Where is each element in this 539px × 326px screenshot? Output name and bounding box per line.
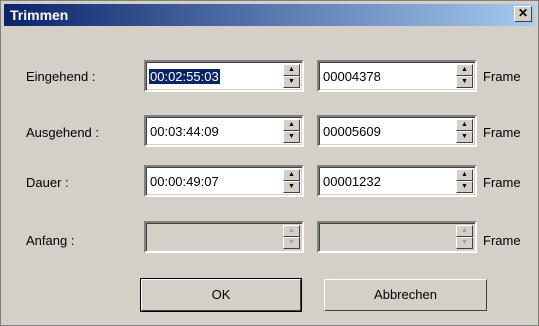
close-icon: ✕: [517, 6, 529, 20]
anfang-frames-field: ▲ ▼: [317, 221, 477, 253]
spin-up-icon[interactable]: ▲: [283, 64, 300, 76]
label-eingehend: Eingehend :: [26, 69, 96, 84]
dauer-frames-value: 00001232: [323, 174, 381, 189]
spin-up-icon: ▲: [283, 225, 300, 237]
ausgehend-timecode-value: 00:03:44:09: [150, 124, 219, 139]
ausgehend-unit-label: Frame: [483, 125, 521, 140]
dauer-timecode-value: 00:00:49:07: [150, 174, 219, 189]
dialog-title: Trimmen: [10, 7, 69, 23]
dauer-timecode-field[interactable]: 00:00:49:07 ▲ ▼: [144, 165, 304, 197]
spin-down-icon: ▼: [456, 237, 473, 249]
eingehend-timecode-value: 00:02:55:03: [149, 69, 220, 84]
eingehend-frames-value: 00004378: [323, 69, 381, 84]
ausgehend-frames-spinner[interactable]: ▲ ▼: [456, 119, 473, 143]
dauer-frames-spinner[interactable]: ▲ ▼: [456, 169, 473, 193]
spin-up-icon: ▲: [456, 225, 473, 237]
spin-up-icon[interactable]: ▲: [283, 119, 300, 131]
spin-down-icon[interactable]: ▼: [283, 76, 300, 88]
anfang-timecode-spinner: ▲ ▼: [283, 225, 300, 249]
spin-down-icon: ▼: [283, 237, 300, 249]
dauer-unit-label: Frame: [483, 175, 521, 190]
trim-dialog: Trimmen ✕ Eingehend : 00:02:55:03 ▲ ▼ 00…: [0, 0, 539, 326]
ausgehend-frames-field[interactable]: 00005609 ▲ ▼: [317, 115, 477, 147]
spin-up-icon[interactable]: ▲: [456, 169, 473, 181]
title-bar: Trimmen ✕: [4, 4, 535, 26]
eingehend-unit-label: Frame: [483, 69, 521, 84]
dauer-frames-field[interactable]: 00001232 ▲ ▼: [317, 165, 477, 197]
spin-down-icon[interactable]: ▼: [456, 131, 473, 143]
anfang-frames-spinner: ▲ ▼: [456, 225, 473, 249]
anfang-unit-label: Frame: [483, 233, 521, 248]
eingehend-timecode-spinner[interactable]: ▲ ▼: [283, 64, 300, 88]
label-dauer: Dauer :: [26, 175, 69, 190]
ausgehend-frames-value: 00005609: [323, 124, 381, 139]
spin-down-icon[interactable]: ▼: [283, 181, 300, 193]
dauer-timecode-spinner[interactable]: ▲ ▼: [283, 169, 300, 193]
spin-up-icon[interactable]: ▲: [456, 64, 473, 76]
eingehend-frames-spinner[interactable]: ▲ ▼: [456, 64, 473, 88]
eingehend-frames-field[interactable]: 00004378 ▲ ▼: [317, 60, 477, 92]
label-ausgehend: Ausgehend :: [26, 125, 100, 140]
spin-up-icon[interactable]: ▲: [456, 119, 473, 131]
close-button[interactable]: ✕: [514, 6, 532, 22]
spin-down-icon[interactable]: ▼: [456, 181, 473, 193]
anfang-timecode-field: ▲ ▼: [144, 221, 304, 253]
ausgehend-timecode-field[interactable]: 00:03:44:09 ▲ ▼: [144, 115, 304, 147]
cancel-button[interactable]: Abbrechen: [324, 279, 487, 311]
ok-button[interactable]: OK: [140, 278, 302, 312]
spin-up-icon[interactable]: ▲: [283, 169, 300, 181]
ausgehend-timecode-spinner[interactable]: ▲ ▼: [283, 119, 300, 143]
spin-down-icon[interactable]: ▼: [456, 76, 473, 88]
spin-down-icon[interactable]: ▼: [283, 131, 300, 143]
eingehend-timecode-field[interactable]: 00:02:55:03 ▲ ▼: [144, 60, 304, 92]
label-anfang: Anfang :: [26, 233, 75, 248]
